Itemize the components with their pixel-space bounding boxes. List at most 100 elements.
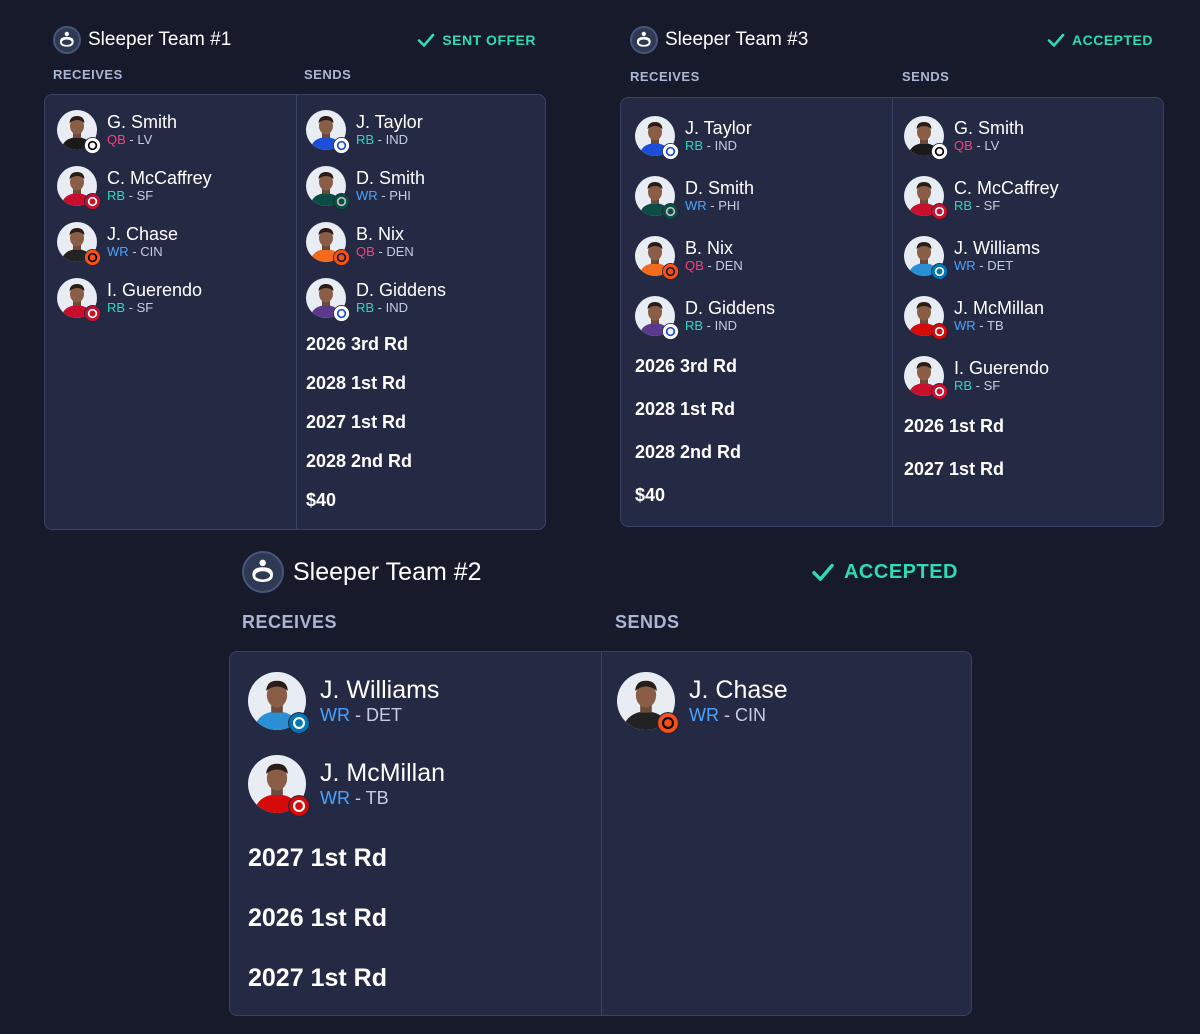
player-meta: RB - SF [107, 188, 212, 204]
player-row[interactable]: J. McMillan WR - TB [904, 296, 1059, 340]
status-badge: ACCEPTED [1046, 30, 1153, 50]
player-team: SF [983, 378, 1001, 393]
meta-separator: - [719, 705, 735, 725]
player-row[interactable]: J. McMillan WR - TB [248, 755, 445, 817]
player-meta: WR - DET [954, 258, 1040, 274]
player-avatar [306, 166, 350, 210]
player-meta: RB - SF [107, 300, 202, 316]
player-row[interactable]: D. Smith WR - PHI [635, 176, 775, 220]
player-row[interactable]: G. Smith QB - LV [57, 110, 212, 154]
team-badge-icon [662, 263, 679, 280]
draft-pick: 2027 1st Rd [306, 412, 407, 432]
trade-card-team-3: Sleeper Team #3 ACCEPTED RECEIVES SENDS … [620, 24, 1164, 527]
player-info: J. Chase WR - CIN [689, 676, 788, 726]
player-info: J. McMillan WR - TB [954, 298, 1044, 334]
player-row[interactable]: J. Chase WR - CIN [57, 222, 212, 266]
player-position: WR [320, 788, 350, 808]
sends-column: J. Taylor RB - IND D. Smith WR - PHI B. … [306, 110, 446, 511]
player-avatar [617, 672, 679, 734]
player-team: SF [983, 198, 1001, 213]
status-label: ACCEPTED [1071, 32, 1153, 48]
team-header: Sleeper Team #3 ACCEPTED [630, 24, 1164, 56]
draft-pick: 2028 2nd Rd [306, 451, 413, 471]
player-row[interactable]: B. Nix QB - DEN [635, 236, 775, 280]
meta-separator: - [374, 244, 387, 259]
player-team: IND [385, 132, 409, 147]
meta-separator: - [125, 300, 137, 315]
player-row[interactable]: I. Guerendo RB - SF [57, 278, 212, 322]
player-row[interactable]: D. Smith WR - PHI [306, 166, 446, 210]
trade-panel: J. Taylor RB - IND D. Smith WR - PHI B. … [620, 97, 1164, 527]
sleeper-logo-icon [242, 551, 284, 593]
player-meta: WR - DET [320, 704, 439, 726]
player-meta: WR - CIN [107, 244, 178, 260]
receives-column: J. Taylor RB - IND D. Smith WR - PHI B. … [635, 116, 775, 506]
player-avatar [248, 672, 310, 734]
player-team: CIN [735, 705, 766, 725]
meta-separator: - [125, 132, 138, 147]
player-row[interactable]: J. Williams WR - DET [904, 236, 1059, 280]
check-icon [810, 559, 836, 585]
draft-pick: 2028 2nd Rd [635, 442, 742, 462]
player-row[interactable]: J. Williams WR - DET [248, 672, 445, 734]
player-row[interactable]: J. Taylor RB - IND [306, 110, 446, 154]
player-team: DEN [715, 258, 743, 273]
player-position: RB [954, 198, 973, 213]
player-row[interactable]: C. McCaffrey RB - SF [904, 176, 1059, 220]
meta-separator: - [703, 138, 715, 153]
player-team: DEN [386, 244, 414, 259]
player-row[interactable]: G. Smith QB - LV [904, 116, 1059, 160]
team-badge-icon [931, 323, 948, 340]
status-label: ACCEPTED [843, 560, 958, 583]
player-row[interactable]: D. Giddens RB - IND [306, 278, 446, 322]
player-name: J. Taylor [685, 118, 752, 138]
draft-pick: 2026 3rd Rd [635, 356, 738, 376]
player-name: D. Giddens [685, 298, 776, 318]
player-row[interactable]: J. Taylor RB - IND [635, 116, 775, 160]
player-info: I. Guerendo RB - SF [107, 280, 202, 316]
player-name: G. Smith [954, 118, 1025, 138]
player-name: J. McMillan [954, 298, 1045, 318]
player-position: WR [107, 244, 129, 259]
trade-panel: G. Smith QB - LV C. McCaffrey RB - SF J.… [44, 94, 546, 530]
team-name: Sleeper Team #1 [88, 29, 232, 50]
player-position: WR [685, 198, 707, 213]
player-row[interactable]: I. Guerendo RB - SF [904, 356, 1059, 400]
player-info: D. Giddens RB - IND [356, 280, 446, 316]
meta-separator: - [128, 244, 141, 259]
player-row[interactable]: B. Nix QB - DEN [306, 222, 446, 266]
player-meta: WR - TB [954, 318, 1044, 334]
player-position: RB [685, 318, 704, 333]
player-team: DET [987, 258, 1014, 273]
player-meta: RB - IND [356, 132, 423, 148]
player-team: LV [984, 138, 1000, 153]
player-row[interactable]: J. Chase WR - CIN [617, 672, 788, 734]
player-name: D. Giddens [356, 280, 447, 300]
team-badge-icon [333, 305, 350, 322]
player-team: TB [987, 318, 1004, 333]
player-name: C. McCaffrey [107, 168, 212, 188]
trade-panel: J. Williams WR - DET J. McMillan WR - TB… [229, 651, 972, 1016]
player-team: LV [137, 132, 153, 147]
player-meta: RB - SF [954, 198, 1059, 214]
player-meta: WR - TB [320, 787, 445, 809]
player-info: J. Williams WR - DET [320, 676, 439, 726]
player-avatar [57, 278, 101, 322]
team-badge-icon [662, 203, 679, 220]
player-name: D. Smith [685, 178, 755, 198]
player-row[interactable]: D. Giddens RB - IND [635, 296, 776, 340]
player-position: WR [689, 705, 719, 725]
player-info: J. Taylor RB - IND [685, 118, 752, 154]
team-badge-icon [84, 193, 101, 210]
draft-pick: 2026 3rd Rd [306, 334, 409, 354]
player-position: WR [954, 258, 976, 273]
player-position: WR [356, 188, 378, 203]
meta-separator: - [125, 188, 137, 203]
meta-separator: - [350, 788, 366, 808]
draft-pick: 2027 1st Rd [248, 964, 387, 992]
player-avatar [248, 755, 310, 817]
meta-separator: - [377, 188, 390, 203]
player-name: B. Nix [685, 238, 734, 258]
player-row[interactable]: C. McCaffrey RB - SF [57, 166, 212, 210]
team-header: Sleeper Team #1 SENT OFFER [53, 24, 546, 56]
